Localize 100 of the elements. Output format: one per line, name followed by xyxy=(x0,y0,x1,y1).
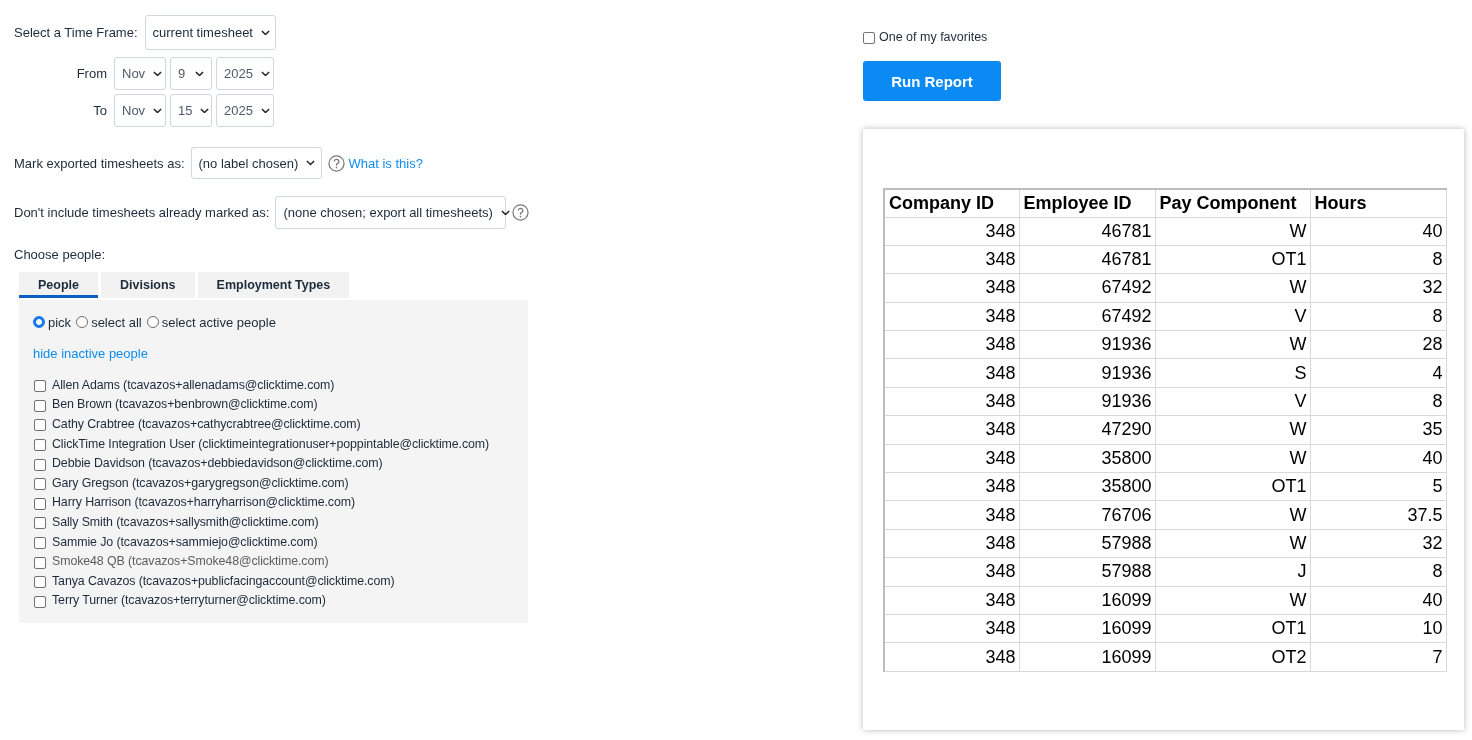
table-cell: 47290 xyxy=(1019,415,1155,445)
favorite-label[interactable]: One of my favorites xyxy=(879,30,988,44)
table-cell: W xyxy=(1155,529,1310,558)
table-cell: 37.5 xyxy=(1310,500,1446,530)
table-cell: 46781 xyxy=(1019,245,1155,274)
person-label[interactable]: Sammie Jo (tcavazos+sammiejo@clicktime.com) xyxy=(52,534,318,549)
table-cell: 32 xyxy=(1310,529,1446,558)
table-cell: 7 xyxy=(1310,642,1446,672)
table-cell: 10 xyxy=(1310,614,1446,643)
checkbox[interactable] xyxy=(34,576,46,589)
checkbox[interactable] xyxy=(34,556,46,569)
table-header-cell: Company ID xyxy=(884,189,1019,217)
person-label[interactable]: ClickTime Integration User (clicktimeintegrationuser+poppintable@clicktime.com) xyxy=(52,436,490,451)
table-cell: 348 xyxy=(884,444,1019,473)
table-cell: W xyxy=(1155,273,1310,303)
table-cell: 348 xyxy=(884,217,1019,246)
person-label[interactable]: Tanya Cavazos (tcavazos+publicfacingaccount@clicktime.com) xyxy=(52,573,395,588)
day-dropdown[interactable]: 15 xyxy=(170,94,212,127)
table-cell: OT1 xyxy=(1155,614,1310,643)
checkbox[interactable] xyxy=(34,439,46,452)
table-cell: W xyxy=(1155,586,1310,615)
table-cell: W xyxy=(1155,500,1310,530)
table-cell: 67492 xyxy=(1019,302,1155,331)
radio-button[interactable] xyxy=(146,316,159,328)
radio-button[interactable] xyxy=(76,316,89,328)
table-cell: 91936 xyxy=(1019,330,1155,359)
table-cell: 348 xyxy=(884,387,1019,416)
table-cell: 8 xyxy=(1310,245,1446,274)
table-cell: 67492 xyxy=(1019,273,1155,303)
table-cell: 35 xyxy=(1310,415,1446,445)
chevron-icon xyxy=(195,70,204,77)
table-cell: V xyxy=(1155,302,1310,331)
chevron-icon xyxy=(200,107,210,114)
table-cell: 348 xyxy=(884,500,1019,530)
run-report-button[interactable]: Run Report xyxy=(863,61,1001,101)
checkbox[interactable] xyxy=(863,32,875,44)
table-cell: 348 xyxy=(884,614,1019,643)
checkbox[interactable] xyxy=(34,478,46,491)
table-header-cell: Pay Component xyxy=(1155,189,1310,217)
table-header-cell: Employee ID xyxy=(1019,189,1155,217)
table-cell: 348 xyxy=(884,302,1019,331)
table-cell: 8 xyxy=(1310,557,1446,587)
checkbox[interactable] xyxy=(34,380,46,393)
checkbox[interactable] xyxy=(34,517,46,530)
tab[interactable]: People xyxy=(19,272,98,298)
table-cell: 348 xyxy=(884,586,1019,615)
table-cell: 348 xyxy=(884,642,1019,672)
radio-label[interactable]: select all xyxy=(91,314,142,330)
checkbox[interactable] xyxy=(34,458,46,471)
table-cell: V xyxy=(1155,387,1310,416)
person-label[interactable]: Cathy Crabtree (tcavazos+cathycrabtree@clicktime.com) xyxy=(52,417,361,431)
what-is-this-link[interactable]: What is this? xyxy=(348,155,423,171)
day-dropdown[interactable]: 9 xyxy=(170,57,212,90)
person-label[interactable]: Harry Harrison (tcavazos+harryharrison@clicktime.com) xyxy=(52,495,355,510)
mark-exported-label: Mark exported timesheets as: xyxy=(14,155,185,171)
checkbox[interactable] xyxy=(34,419,46,432)
table-cell: 348 xyxy=(884,245,1019,274)
checkbox[interactable] xyxy=(34,595,46,608)
table-cell: 348 xyxy=(884,358,1019,388)
radio-label[interactable]: select active people xyxy=(161,314,276,330)
table-cell: 348 xyxy=(884,415,1019,445)
table-cell: 40 xyxy=(1310,217,1446,246)
month-dropdown[interactable]: Nov xyxy=(114,57,166,90)
table-cell: 348 xyxy=(884,330,1019,359)
time-frame-label: Select a Time Frame: xyxy=(14,25,138,40)
table-cell: 91936 xyxy=(1019,387,1155,416)
date-label: To xyxy=(93,103,107,118)
exclude-label-dropdown[interactable]: (none chosen; export all timesheets) xyxy=(275,196,507,229)
table-cell: S xyxy=(1155,358,1310,388)
table-cell: 5 xyxy=(1310,472,1446,501)
person-label[interactable]: Sally Smith (tcavazos+sallysmith@clicktime.com) xyxy=(52,514,319,529)
person-label[interactable]: Terry Turner (tcavazos+terryturner@clicktime.com) xyxy=(52,593,326,608)
chevron-icon xyxy=(260,70,270,77)
radio-button[interactable] xyxy=(33,316,45,328)
checkbox[interactable] xyxy=(34,399,46,412)
person-label[interactable]: Ben Brown (tcavazos+benbrown@clicktime.com) xyxy=(52,397,318,412)
table-cell: J xyxy=(1155,557,1310,587)
export-label-dropdown[interactable]: (no label chosen) xyxy=(190,147,322,179)
tab[interactable]: Employment Types xyxy=(197,272,350,298)
checkbox[interactable] xyxy=(34,497,46,510)
chevron-icon xyxy=(260,107,270,114)
help-icon[interactable] xyxy=(512,204,530,221)
chevron-icon xyxy=(153,107,163,114)
checkbox[interactable] xyxy=(34,537,46,550)
table-cell: 46781 xyxy=(1019,217,1155,246)
person-label[interactable]: Allen Adams (tcavazos+allenadams@clicktime.com) xyxy=(52,377,335,392)
radio-label[interactable]: pick xyxy=(48,314,72,330)
person-label[interactable]: Debbie Davidson (tcavazos+debbiedavidson@clicktime.com) xyxy=(52,456,383,471)
year-dropdown[interactable]: 2025 xyxy=(216,94,274,127)
help-icon[interactable] xyxy=(327,154,345,172)
table-cell: OT2 xyxy=(1155,642,1310,672)
tab[interactable]: Divisions xyxy=(101,272,195,298)
table-cell: 8 xyxy=(1310,302,1446,331)
table-cell: 4 xyxy=(1310,358,1446,388)
person-label[interactable]: Gary Gregson (tcavazos+garygregson@clicktime.com) xyxy=(52,475,349,490)
table-cell: 35800 xyxy=(1019,444,1155,473)
month-dropdown[interactable]: Nov xyxy=(114,94,166,127)
table-header-cell: Hours xyxy=(1310,189,1446,217)
time-frame-dropdown[interactable]: current timesheet xyxy=(144,15,276,50)
year-dropdown[interactable]: 2025 xyxy=(216,57,274,90)
